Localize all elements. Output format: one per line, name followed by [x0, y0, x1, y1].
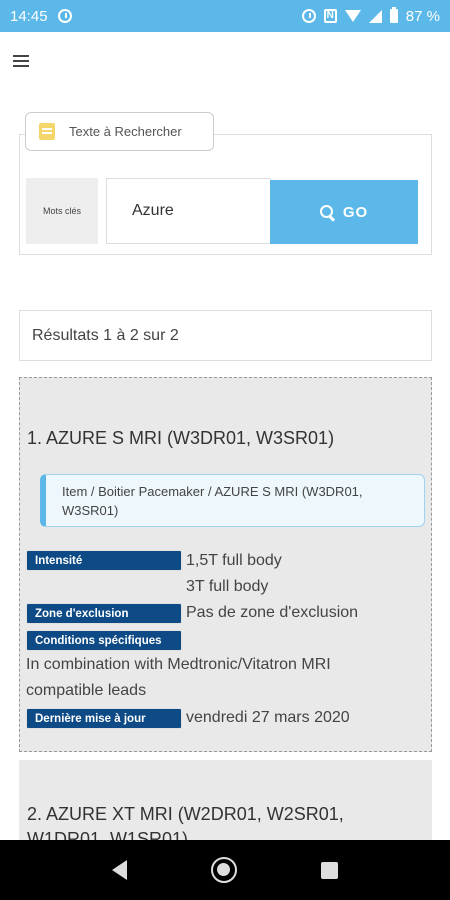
status-time: 14:45: [10, 7, 48, 25]
search-input[interactable]: [106, 178, 271, 244]
conditions-value: In combination with Medtronic/Vitatron M…: [26, 656, 331, 699]
go-button-label: GO: [342, 203, 369, 221]
conditions-tag: Conditions spécifiques: [26, 630, 182, 651]
recent-apps-icon[interactable]: [321, 861, 338, 879]
search-panel-legend: Texte à Rechercher: [25, 112, 214, 151]
alarm-icon: [57, 9, 72, 23]
alarm-icon: [301, 9, 316, 23]
back-icon[interactable]: [112, 860, 127, 880]
last-update-value: vendredi 27 mars 2020: [186, 709, 350, 726]
menu-icon[interactable]: [13, 55, 29, 67]
go-button[interactable]: GO: [270, 180, 418, 244]
results-summary: Résultats 1 à 2 sur 2: [19, 310, 432, 361]
zone-exclusion-value: Pas de zone d'exclusion: [186, 604, 359, 621]
battery-icon: [389, 7, 398, 23]
last-update-tag: Dernière mise à jour: [26, 708, 182, 729]
result-title[interactable]: 1. AZURE S MRI (W3DR01, W3SR01): [27, 428, 334, 449]
search-icon: [319, 204, 335, 220]
intensite-tag: Intensité: [26, 550, 182, 571]
intensite-value-1: 1,5T full body: [186, 552, 282, 569]
wifi-icon: [344, 10, 361, 22]
search-panel-title: Texte à Rechercher: [69, 124, 182, 139]
zone-exclusion-tag: Zone d'exclusion: [26, 603, 182, 624]
notepad-icon: [39, 123, 55, 140]
battery-level: 87 %: [405, 7, 440, 25]
home-icon[interactable]: [211, 857, 237, 883]
status-icons: N 87 %: [301, 7, 440, 25]
navigation-bar: [0, 840, 450, 900]
nfc-icon: N: [323, 9, 337, 23]
breadcrumb: Item / Boitier Pacemaker / AZURE S MRI (…: [40, 474, 425, 527]
keyword-label: Mots clés: [26, 178, 98, 244]
status-bar: 14:45 N 87 %: [0, 0, 450, 32]
intensite-value-2: 3T full body: [186, 578, 269, 595]
signal-icon: [368, 9, 382, 23]
